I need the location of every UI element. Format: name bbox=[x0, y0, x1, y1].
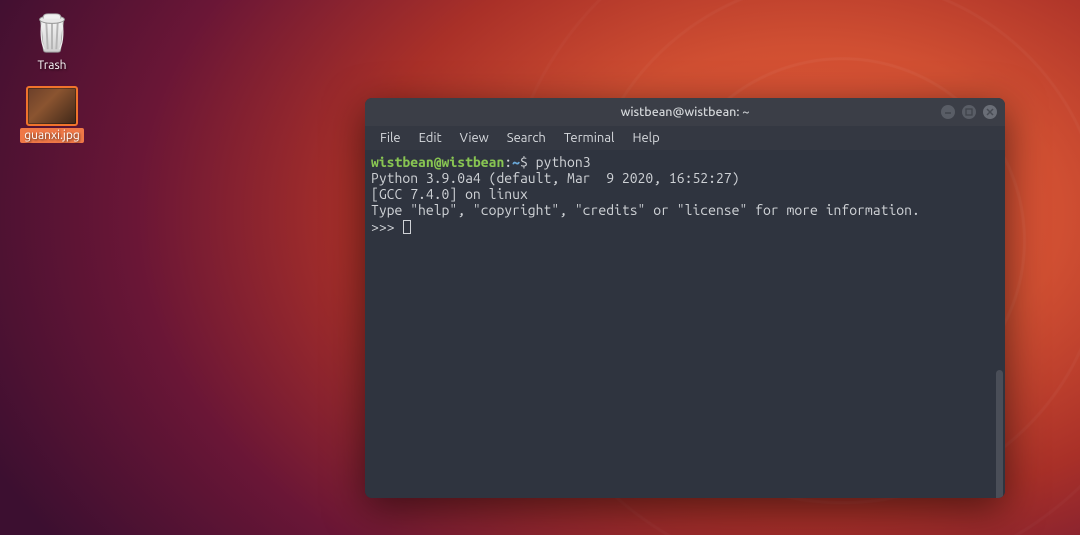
desktop-icon-label: guanxi.jpg bbox=[20, 128, 84, 143]
prompt-userhost: wistbean@wistbean bbox=[371, 154, 504, 170]
desktop-icon-label: Trash bbox=[33, 58, 70, 73]
minimize-button[interactable] bbox=[941, 105, 955, 119]
image-thumbnail-icon bbox=[26, 86, 78, 126]
menu-help[interactable]: Help bbox=[623, 129, 668, 147]
titlebar[interactable]: wistbean@wistbean: ~ bbox=[365, 98, 1005, 126]
terminal-window[interactable]: wistbean@wistbean: ~ File Edit View Sear… bbox=[365, 98, 1005, 498]
prompt-dollar: $ bbox=[520, 154, 528, 170]
close-button[interactable] bbox=[983, 105, 997, 119]
terminal-body[interactable]: wistbean@wistbean:~$ python3 Python 3.9.… bbox=[365, 150, 1005, 498]
maximize-button[interactable] bbox=[962, 105, 976, 119]
menu-view[interactable]: View bbox=[451, 129, 498, 147]
menu-search[interactable]: Search bbox=[498, 129, 555, 147]
repl-prompt: >>> bbox=[371, 219, 402, 235]
command-text: python3 bbox=[536, 154, 591, 170]
desktop-icon-guanxi[interactable]: guanxi.jpg bbox=[16, 86, 88, 143]
cursor-icon bbox=[403, 220, 411, 234]
menu-terminal[interactable]: Terminal bbox=[555, 129, 624, 147]
prompt-path: ~ bbox=[512, 154, 520, 170]
trash-icon bbox=[28, 8, 76, 56]
menu-file[interactable]: File bbox=[371, 129, 410, 147]
menu-edit[interactable]: Edit bbox=[410, 129, 451, 147]
menubar: File Edit View Search Terminal Help bbox=[365, 126, 1005, 150]
scrollbar[interactable] bbox=[996, 370, 1003, 498]
output-line: Python 3.9.0a4 (default, Mar 9 2020, 16:… bbox=[371, 170, 739, 186]
output-line: [GCC 7.4.0] on linux bbox=[371, 186, 528, 202]
prompt-colon: : bbox=[504, 154, 512, 170]
window-controls bbox=[941, 105, 997, 119]
output-line: Type "help", "copyright", "credits" or "… bbox=[371, 202, 920, 218]
window-title: wistbean@wistbean: ~ bbox=[621, 105, 750, 119]
desktop-icon-trash[interactable]: Trash bbox=[16, 8, 88, 73]
